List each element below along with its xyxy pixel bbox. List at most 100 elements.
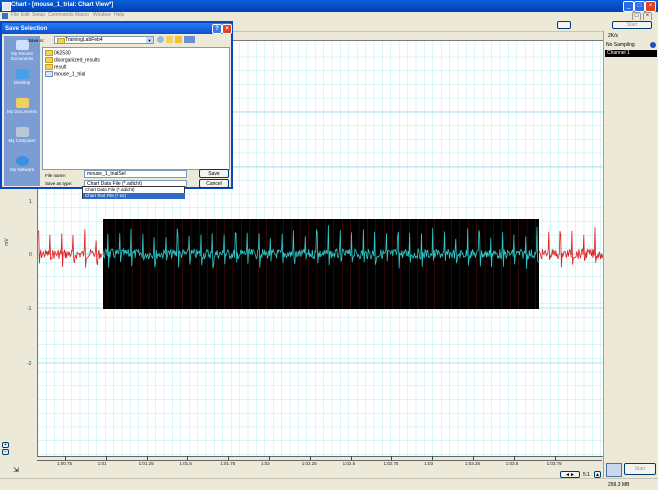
title-bar: Chart - [mouse_1_trial: Chart View*] _ □…: [0, 0, 658, 12]
x-tick-label: 1:03.75: [546, 461, 562, 466]
collapse-icon[interactable]: ⇲: [13, 466, 19, 474]
menu-help[interactable]: Help: [114, 12, 124, 18]
dialog-title-bar: Save Selection ? ×: [2, 23, 232, 34]
x-tick-mark: [350, 456, 352, 460]
x-tick-label: 1:02.75: [383, 461, 399, 466]
type-option-txt[interactable]: Chart Text File (*.txt): [83, 193, 185, 199]
y-zoom-out-button[interactable]: −: [2, 449, 9, 455]
save-in-select[interactable]: TrainingLabFeb4 ▼: [54, 36, 154, 44]
dialog-close-icon[interactable]: ×: [222, 24, 232, 34]
selection-region[interactable]: [103, 219, 539, 309]
list-item[interactable]: mouse_1_trial: [45, 71, 85, 77]
save-type-label: Save as type:: [45, 181, 73, 186]
back-icon[interactable]: [157, 36, 164, 43]
place-desktop[interactable]: Desktop: [4, 67, 40, 95]
folder-icon: [45, 64, 53, 70]
menu-file[interactable]: File: [11, 12, 19, 18]
y-tick-m2: -2: [27, 361, 32, 367]
x-tick-label: 1:01.75: [220, 461, 236, 466]
zoom-up-button[interactable]: ▲: [594, 471, 601, 478]
x-tick-mark: [105, 456, 107, 460]
menu-macro[interactable]: Macro: [75, 12, 89, 18]
file-name-label: File name:: [45, 173, 67, 178]
x-tick-mark: [187, 456, 189, 460]
x-tick-mark: [554, 456, 556, 460]
x-tick-label: 1:02.25: [301, 461, 317, 466]
desktop-icon: [15, 69, 29, 79]
list-item[interactable]: result: [45, 64, 66, 70]
up-folder-icon[interactable]: [166, 36, 173, 43]
close-icon[interactable]: ×: [645, 1, 656, 12]
x-tick-mark: [65, 456, 66, 460]
y-tick-0: 0: [29, 252, 32, 258]
channel-selector[interactable]: Channel 1: [605, 50, 657, 57]
folder-icon: [45, 50, 53, 56]
zoom-arrows-button[interactable]: ◄►: [560, 471, 580, 478]
cancel-button[interactable]: Cancel: [199, 179, 229, 188]
save-type-dropdown[interactable]: Chart Data File (*.adicht) Chart Text Fi…: [82, 186, 185, 199]
chevron-down-icon[interactable]: ▼: [146, 37, 153, 43]
toolbar-disabled-button[interactable]: [557, 21, 571, 29]
sampling-icon: [606, 463, 622, 477]
sampling-label[interactable]: No Sampling: [606, 42, 635, 48]
x-tick-mark: [432, 456, 434, 460]
rate-label[interactable]: 2K/s: [608, 33, 618, 39]
maximize-icon[interactable]: □: [634, 1, 645, 12]
file-name-input[interactable]: mouse_1_trialSel: [84, 170, 187, 178]
menu-commands[interactable]: Commands: [48, 12, 74, 18]
y-zoom-in-button[interactable]: +: [2, 442, 9, 448]
y-unit-label: mV: [3, 238, 10, 246]
x-tick-label: 1:03.5: [505, 461, 519, 466]
list-item[interactable]: disorganized_results: [45, 57, 100, 63]
save-button[interactable]: Save: [199, 169, 229, 178]
x-tick-label: 1:03.25: [465, 461, 481, 466]
place-my-computer[interactable]: My Computer: [4, 125, 40, 153]
start-button[interactable]: Start: [624, 463, 656, 475]
info-icon[interactable]: [650, 42, 656, 48]
x-tick-label: 1:02.5: [342, 461, 356, 466]
menu-bar: File Edit Setup Commands Macro Window He…: [0, 12, 658, 21]
signal-trace-right: [538, 227, 603, 268]
app-icon: [2, 2, 11, 11]
recent-docs-icon: [15, 40, 29, 50]
x-tick-mark: [269, 456, 270, 460]
right-channel-panel: 2K/s No Sampling Channel 1 Start: [603, 31, 658, 478]
time-axis: 1:00.75 1:01 1:01.25 1:01.5 1:01.75 1:02 1:02.…: [37, 456, 602, 478]
status-bar: 299.3 MB 5:1 ◄► ▲: [0, 471, 658, 490]
folder-icon: [45, 57, 53, 63]
x-tick-mark: [146, 456, 148, 460]
minimize-icon[interactable]: _: [623, 1, 634, 12]
my-computer-icon: [15, 127, 29, 137]
menu-setup[interactable]: Setup: [32, 12, 45, 18]
file-list[interactable]: 062530 disorganized_results result mouse…: [42, 47, 230, 170]
x-tick-label: 1:01: [97, 461, 107, 466]
view-menu-icon[interactable]: [184, 36, 195, 43]
my-network-icon: [15, 156, 29, 166]
folder-icon: [57, 38, 65, 43]
y-tick-1: 1: [29, 199, 32, 205]
save-in-label: Save in:: [28, 38, 45, 43]
save-selection-dialog: Save Selection ? × My Recent Documents D…: [0, 21, 233, 189]
place-my-network[interactable]: My Network: [4, 154, 40, 182]
new-folder-icon[interactable]: [175, 36, 182, 43]
toolbar-start-button[interactable]: Start: [612, 21, 652, 29]
places-bar: My Recent Documents Desktop My Documents…: [4, 36, 40, 186]
y-tick-m1: -1: [27, 306, 32, 312]
x-tick-mark: [391, 456, 393, 460]
menu-edit[interactable]: Edit: [21, 12, 30, 18]
window-title: Chart - [mouse_1_trial: Chart View*]: [11, 2, 114, 8]
zoom-ratio[interactable]: 5:1: [583, 472, 590, 478]
x-tick-mark: [228, 456, 230, 460]
menu-window[interactable]: Window: [93, 12, 111, 18]
my-documents-icon: [15, 98, 29, 108]
x-tick-label: 1:02: [261, 461, 270, 466]
x-tick-label: 1:00.75: [57, 461, 73, 466]
x-tick-mark: [513, 456, 515, 460]
place-my-documents[interactable]: My Documents: [4, 96, 40, 124]
x-tick-label: 1:01.5: [179, 461, 192, 466]
x-tick-label: 1:01.25: [138, 461, 154, 466]
dialog-title: Save Selection: [5, 26, 48, 32]
help-icon[interactable]: ?: [212, 24, 222, 34]
list-item[interactable]: 062530: [45, 50, 71, 56]
x-tick-mark: [309, 456, 311, 460]
